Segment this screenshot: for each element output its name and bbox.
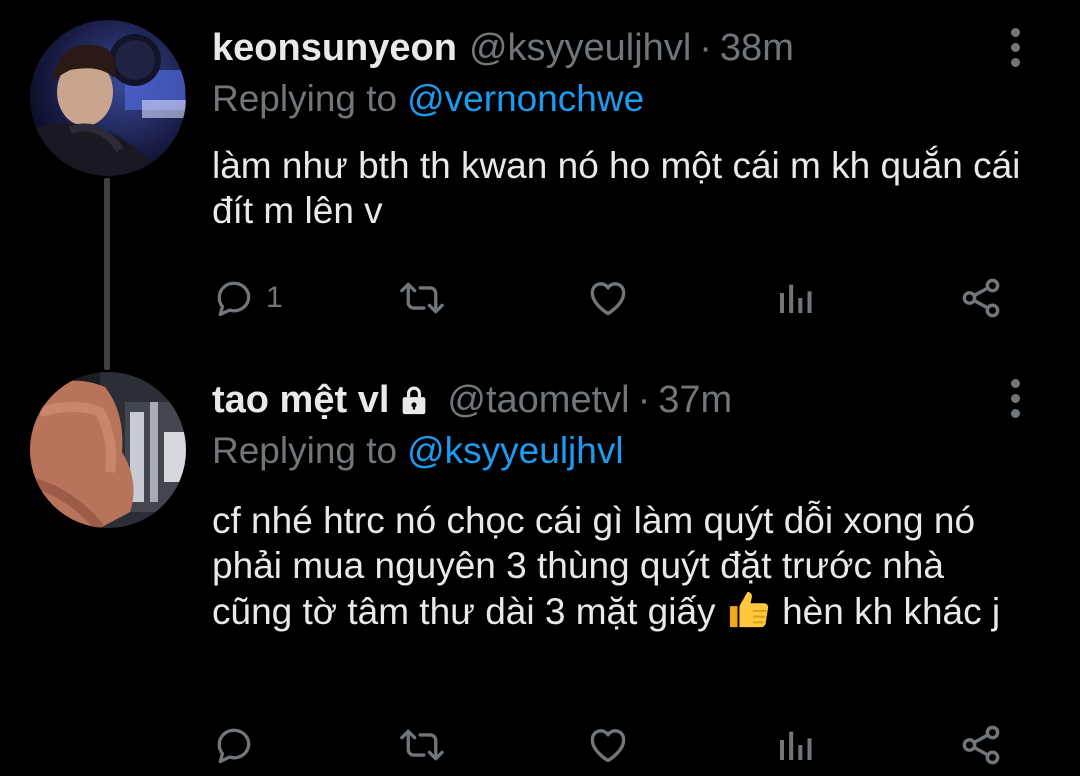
analytics-button[interactable] bbox=[775, 720, 815, 770]
action-bar: 1 bbox=[212, 273, 1012, 323]
tweet-2[interactable]: tao mệt vl @taometvl · 37m Replying to @k… bbox=[0, 360, 1080, 776]
tweet-1[interactable]: keonsunyeon @ksyyeuljhvl · 38m Replying … bbox=[0, 0, 1080, 370]
tweet-text-tail: hèn kh khác j bbox=[782, 591, 1001, 632]
reply-icon bbox=[217, 281, 251, 317]
avatar[interactable] bbox=[30, 20, 186, 176]
lock-icon bbox=[397, 383, 431, 417]
thread-line bbox=[104, 178, 110, 370]
thumbs-up-emoji bbox=[726, 588, 772, 640]
share-button[interactable] bbox=[958, 273, 1004, 323]
reply-icon bbox=[217, 728, 251, 764]
separator-dot: · bbox=[637, 378, 651, 421]
retweet-button[interactable] bbox=[398, 273, 446, 323]
reply-button[interactable] bbox=[212, 720, 266, 770]
analytics-icon bbox=[780, 731, 812, 760]
share-icon bbox=[962, 725, 1000, 765]
avatar-image bbox=[30, 372, 186, 528]
replying-prefix: Replying to bbox=[212, 78, 398, 119]
analytics-icon bbox=[780, 284, 812, 313]
timestamp[interactable]: 37m bbox=[658, 379, 732, 422]
replying-to: Replying to @vernonchwe bbox=[212, 78, 644, 120]
reply-mention[interactable]: @ksyyeuljhvl bbox=[407, 430, 623, 471]
reply-count: 1 bbox=[266, 281, 283, 314]
analytics-button[interactable] bbox=[775, 273, 815, 323]
share-icon bbox=[962, 278, 1000, 318]
avatar[interactable] bbox=[30, 372, 186, 528]
more-icon[interactable] bbox=[1000, 368, 1030, 428]
user-handle[interactable]: @ksyyeuljhvl bbox=[469, 27, 691, 70]
retweet-icon bbox=[400, 729, 444, 761]
timestamp[interactable]: 38m bbox=[720, 27, 794, 70]
reply-button[interactable]: 1 bbox=[212, 273, 283, 323]
reply-mention[interactable]: @vernonchwe bbox=[407, 78, 644, 119]
user-handle[interactable]: @taometvl bbox=[447, 379, 629, 422]
display-name[interactable]: tao mệt vl bbox=[212, 379, 389, 422]
like-icon bbox=[590, 729, 626, 763]
avatar-image bbox=[30, 20, 186, 176]
tweet-text: cf nhé htrc nó chọc cái gì làm quýt dỗi … bbox=[212, 498, 1027, 640]
tweet-text: làm như bth th kwan nó ho một cái m kh q… bbox=[212, 143, 1042, 233]
tweet-header: keonsunyeon @ksyyeuljhvl · 38m bbox=[212, 18, 980, 78]
like-button[interactable] bbox=[585, 273, 631, 323]
separator-dot: · bbox=[699, 26, 712, 69]
replying-to: Replying to @ksyyeuljhvl bbox=[212, 430, 624, 472]
action-bar bbox=[212, 720, 1012, 770]
tweet-header: tao mệt vl @taometvl · 37m bbox=[212, 370, 980, 430]
tweet-text-content: làm như bth th kwan nó ho một cái m kh q… bbox=[212, 145, 1021, 231]
share-button[interactable] bbox=[958, 720, 1004, 770]
retweet-button[interactable] bbox=[398, 720, 446, 770]
like-icon bbox=[590, 282, 626, 316]
more-icon[interactable] bbox=[1000, 17, 1030, 77]
like-button[interactable] bbox=[585, 720, 631, 770]
replying-prefix: Replying to bbox=[212, 430, 398, 471]
retweet-icon bbox=[400, 282, 444, 314]
display-name[interactable]: keonsunyeon bbox=[212, 27, 457, 70]
